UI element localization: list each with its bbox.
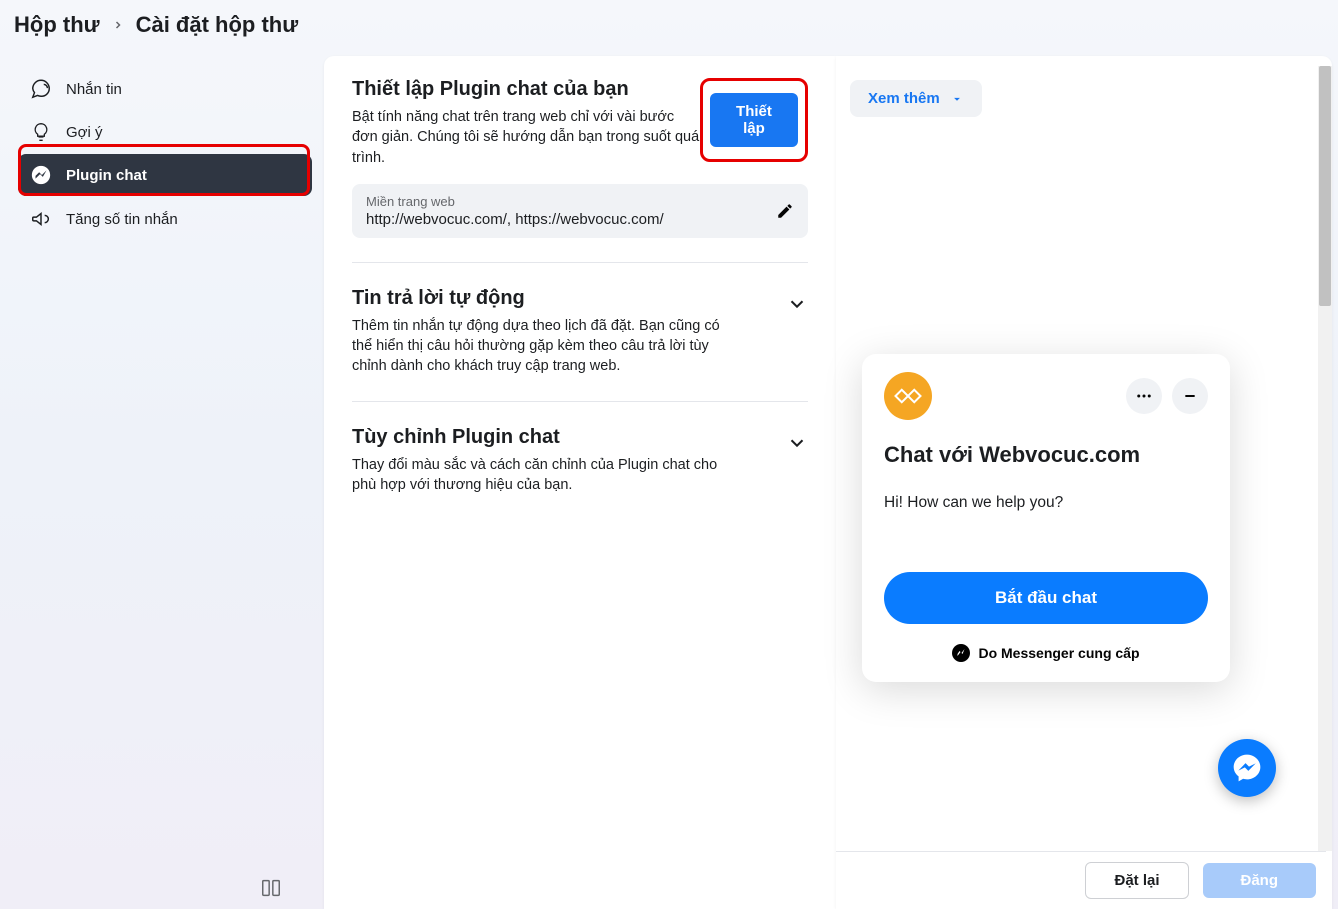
sidebar-item-boost-messages[interactable]: Tăng số tin nhắn bbox=[18, 198, 312, 240]
section-auto-reply: Tin trả lời tự động Thêm tin nhắn tự độn… bbox=[352, 287, 808, 402]
chevron-right-icon bbox=[112, 19, 124, 31]
highlight-annotation: Thiết lập bbox=[700, 78, 808, 162]
chat-footer-label: Do Messenger cung cấp bbox=[978, 645, 1139, 661]
breadcrumb-current: Cài đặt hộp thư bbox=[136, 12, 299, 38]
view-more-dropdown[interactable]: Xem thêm bbox=[850, 80, 982, 117]
sidebar-item-message[interactable]: Nhắn tin bbox=[18, 68, 312, 110]
minimize-button[interactable] bbox=[1172, 378, 1208, 414]
section-setup: Thiết lập Plugin chat của bạn Bật tính n… bbox=[352, 78, 808, 263]
chat-bubble-icon bbox=[30, 78, 52, 100]
messenger-icon bbox=[1231, 752, 1263, 784]
sidebar-item-label: Nhắn tin bbox=[66, 81, 122, 98]
chat-greeting-text: Hi! How can we help you? bbox=[884, 494, 1208, 512]
content-area: Thiết lập Plugin chat của bạn Bật tính n… bbox=[324, 56, 1338, 909]
section-customize: Tùy chỉnh Plugin chat Thay đổi màu sắc v… bbox=[352, 426, 808, 520]
megaphone-icon bbox=[30, 208, 52, 230]
vertical-scrollbar[interactable] bbox=[1318, 66, 1332, 851]
settings-panel: Thiết lập Plugin chat của bạn Bật tính n… bbox=[324, 56, 836, 909]
setup-desc: Bật tính năng chat trên trang web chỉ vớ… bbox=[352, 107, 700, 168]
chevron-down-icon[interactable] bbox=[786, 287, 808, 315]
collapse-sidebar-button[interactable] bbox=[260, 877, 282, 899]
domain-value: http://webvocuc.com/, https://webvocuc.c… bbox=[366, 211, 794, 228]
breadcrumb-parent[interactable]: Hộp thư bbox=[14, 12, 100, 38]
lightbulb-icon bbox=[30, 122, 52, 142]
chat-widget-title: Chat với Webvocuc.com bbox=[884, 442, 1208, 468]
submit-button[interactable]: Đăng bbox=[1203, 863, 1317, 898]
breadcrumb: Hộp thư Cài đặt hộp thư bbox=[0, 0, 1338, 56]
domain-label: Miền trang web bbox=[366, 194, 794, 209]
domain-field[interactable]: Miền trang web http://webvocuc.com/, htt… bbox=[352, 184, 808, 238]
chat-footer: Do Messenger cung cấp bbox=[884, 644, 1208, 662]
scrollbar-thumb[interactable] bbox=[1319, 66, 1331, 306]
sidebar-item-suggestions[interactable]: Gợi ý bbox=[18, 112, 312, 152]
setup-button[interactable]: Thiết lập bbox=[710, 93, 798, 147]
chat-widget-preview: Chat với Webvocuc.com Hi! How can we hel… bbox=[862, 354, 1230, 682]
customize-desc: Thay đổi màu sắc và cách căn chỉnh của P… bbox=[352, 455, 722, 496]
setup-title: Thiết lập Plugin chat của bạn bbox=[352, 78, 700, 101]
sidebar-item-label: Plugin chat bbox=[66, 167, 147, 184]
sidebar-item-label: Gợi ý bbox=[66, 124, 103, 141]
footer-bar: Đặt lại Đăng bbox=[836, 851, 1326, 909]
auto-reply-desc: Thêm tin nhắn tự động dựa theo lịch đã đ… bbox=[352, 316, 722, 377]
view-more-label: Xem thêm bbox=[868, 90, 940, 107]
sidebar-item-plugin-chat[interactable]: Plugin chat bbox=[18, 154, 312, 196]
more-options-button[interactable] bbox=[1126, 378, 1162, 414]
dots-icon bbox=[1135, 387, 1153, 405]
sidebar: Nhắn tin Gợi ý Plugin chat Tăng số tin n… bbox=[0, 56, 324, 909]
caret-down-icon bbox=[950, 92, 964, 106]
messenger-icon bbox=[30, 164, 52, 186]
chevron-down-icon[interactable] bbox=[786, 426, 808, 454]
start-chat-button[interactable]: Bắt đầu chat bbox=[884, 572, 1208, 624]
auto-reply-title: Tin trả lời tự động bbox=[352, 287, 722, 310]
pencil-icon[interactable] bbox=[776, 202, 794, 220]
reset-button[interactable]: Đặt lại bbox=[1085, 862, 1188, 899]
minus-icon bbox=[1182, 388, 1198, 404]
preview-panel: Xem thêm Ch bbox=[836, 56, 1332, 909]
brand-logo bbox=[884, 372, 932, 420]
customize-title: Tùy chỉnh Plugin chat bbox=[352, 426, 722, 449]
sidebar-item-label: Tăng số tin nhắn bbox=[66, 211, 178, 228]
messenger-fab[interactable] bbox=[1218, 739, 1276, 797]
messenger-icon bbox=[952, 644, 970, 662]
